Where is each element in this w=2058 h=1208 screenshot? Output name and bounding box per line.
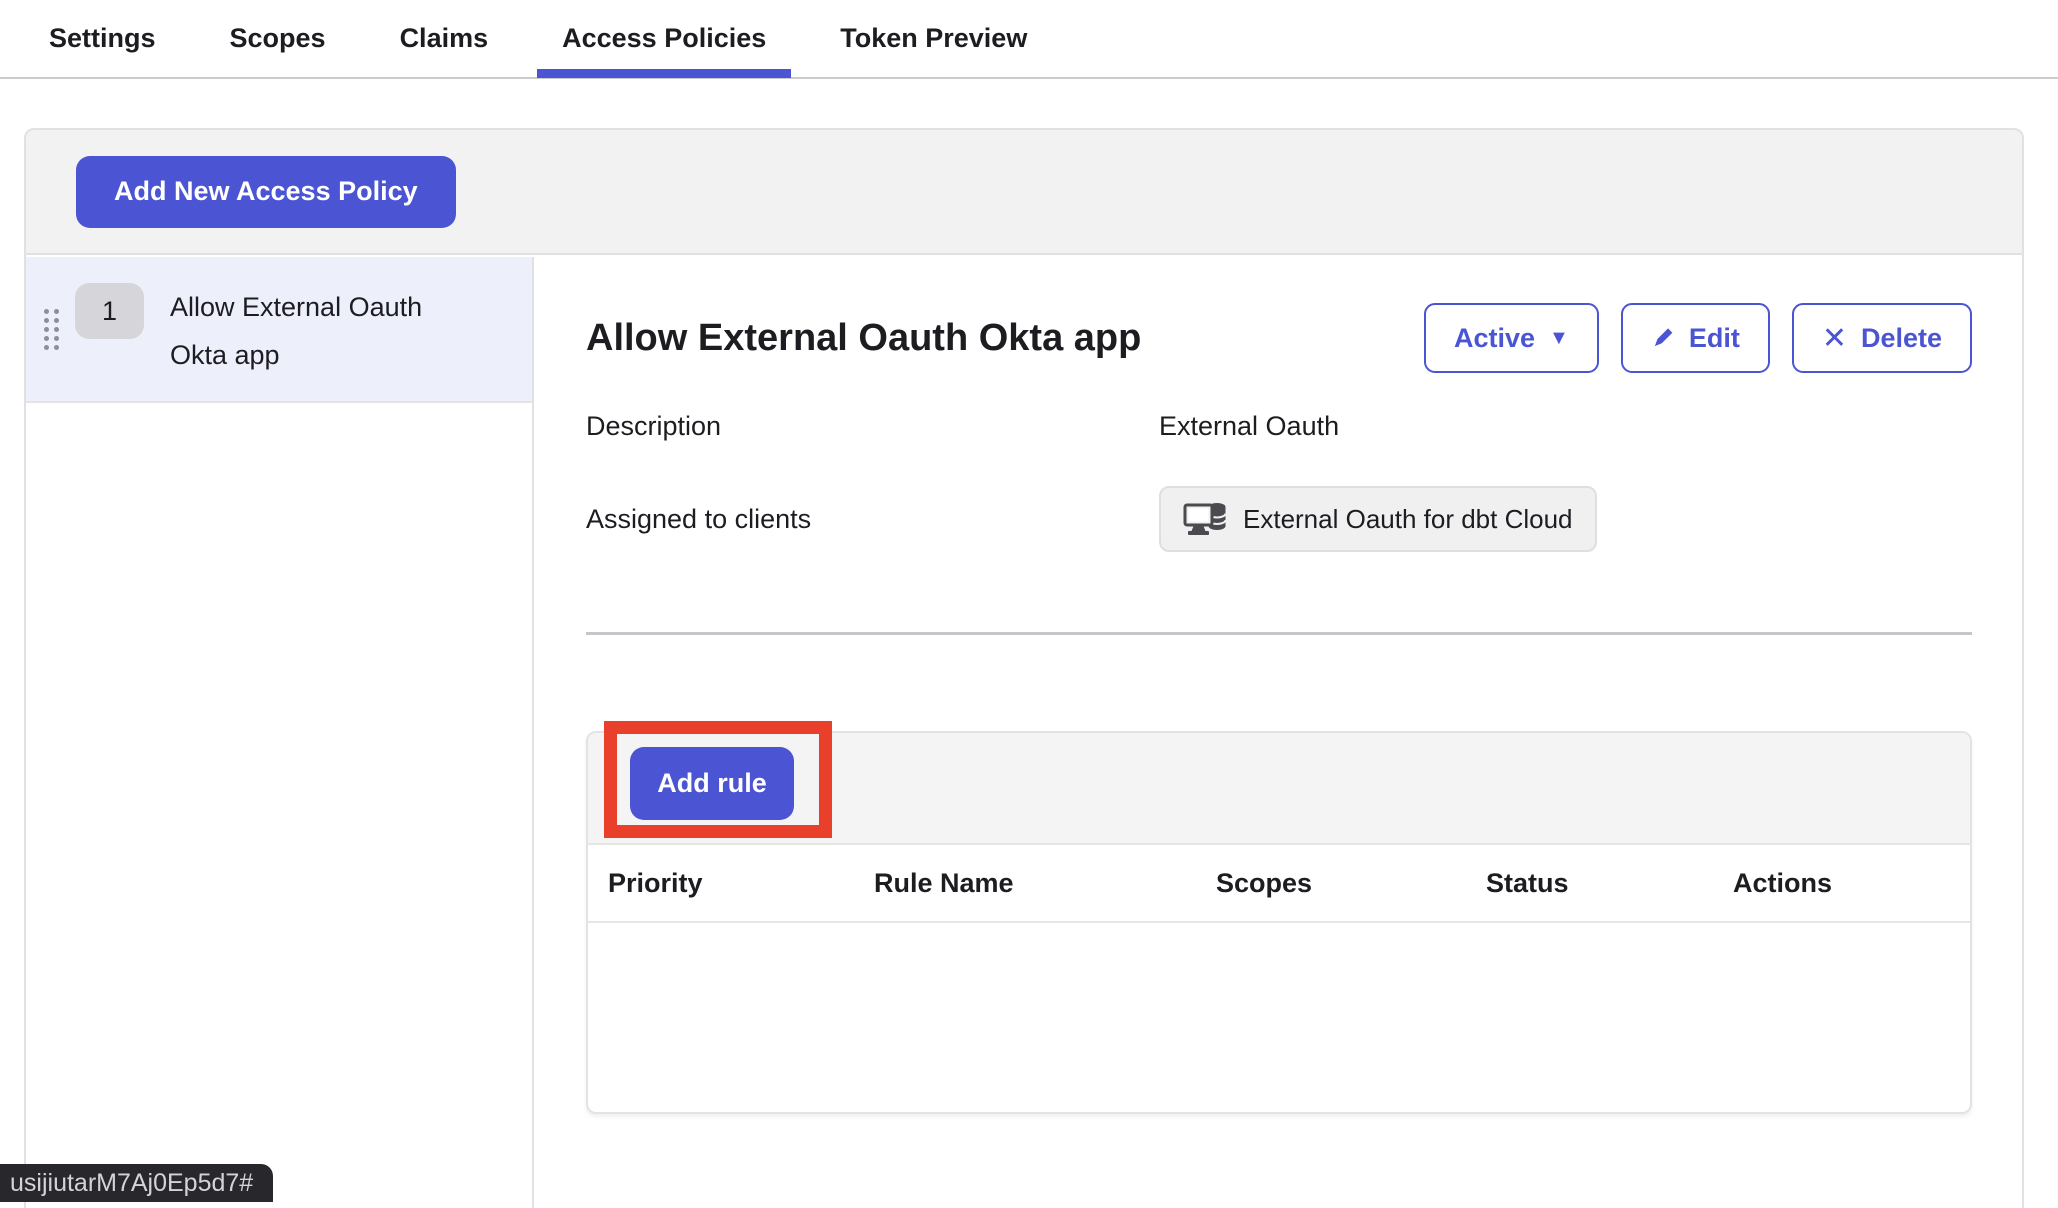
rules-table-header: Priority Rule Name Scopes Status Actions xyxy=(588,845,1970,923)
policy-list-item[interactable]: 1 Allow External Oauth Okta app xyxy=(26,257,532,403)
column-priority: Priority xyxy=(608,868,874,899)
edit-pencil-icon xyxy=(1651,326,1675,350)
edit-label: Edit xyxy=(1689,323,1740,354)
tab-bar: Settings Scopes Claims Access Policies T… xyxy=(0,0,2058,79)
status-label: Active xyxy=(1454,323,1535,354)
policy-detail-pane: Allow External Oauth Okta app Active ▼ E… xyxy=(536,257,2022,1208)
tab-claims[interactable]: Claims xyxy=(400,0,489,78)
section-divider xyxy=(586,632,1972,635)
policy-order-badge: 1 xyxy=(75,283,144,339)
delete-label: Delete xyxy=(1861,323,1942,354)
access-policies-panel: Add New Access Policy 1 Allow External O… xyxy=(24,128,2024,1208)
annotation-highlight-box: Add rule xyxy=(604,721,832,838)
policy-list-sidebar: 1 Allow External Oauth Okta app xyxy=(26,257,534,1208)
status-dropdown-button[interactable]: Active ▼ xyxy=(1424,303,1599,373)
tab-scopes[interactable]: Scopes xyxy=(230,0,326,78)
delete-button[interactable]: ✕ Delete xyxy=(1792,303,1972,373)
panel-header: Add New Access Policy xyxy=(26,130,2022,255)
column-rule-name: Rule Name xyxy=(874,868,1216,899)
tab-access-policies[interactable]: Access Policies xyxy=(562,0,766,78)
column-actions: Actions xyxy=(1733,868,1970,899)
assigned-to-clients-label: Assigned to clients xyxy=(586,504,1159,535)
edit-button[interactable]: Edit xyxy=(1621,303,1770,373)
chevron-down-icon: ▼ xyxy=(1549,327,1569,350)
tab-token-preview[interactable]: Token Preview xyxy=(840,0,1027,78)
client-chip-label: External Oauth for dbt Cloud xyxy=(1243,504,1573,535)
link-preview-statusbar: usijiutarM7Aj0Ep5d7# xyxy=(0,1164,273,1202)
column-scopes: Scopes xyxy=(1216,868,1486,899)
rules-card: Add rule Priority Rule Name Scopes Statu… xyxy=(586,731,1972,1114)
tab-settings[interactable]: Settings xyxy=(49,0,156,78)
column-status: Status xyxy=(1486,868,1733,899)
close-icon: ✕ xyxy=(1822,321,1847,356)
policy-title: Allow External Oauth Okta app xyxy=(586,317,1141,360)
description-value: External Oauth xyxy=(1159,411,1339,442)
client-chip[interactable]: External Oauth for dbt Cloud xyxy=(1159,486,1597,552)
description-label: Description xyxy=(586,411,1159,442)
add-rule-button[interactable]: Add rule xyxy=(630,747,794,820)
drag-handle-icon[interactable] xyxy=(44,309,59,350)
add-new-access-policy-button[interactable]: Add New Access Policy xyxy=(76,156,456,228)
policy-actions: Active ▼ Edit ✕ Delete xyxy=(1424,303,1972,373)
client-app-icon xyxy=(1183,500,1229,538)
policy-item-label: Allow External Oauth Okta app xyxy=(170,283,460,379)
